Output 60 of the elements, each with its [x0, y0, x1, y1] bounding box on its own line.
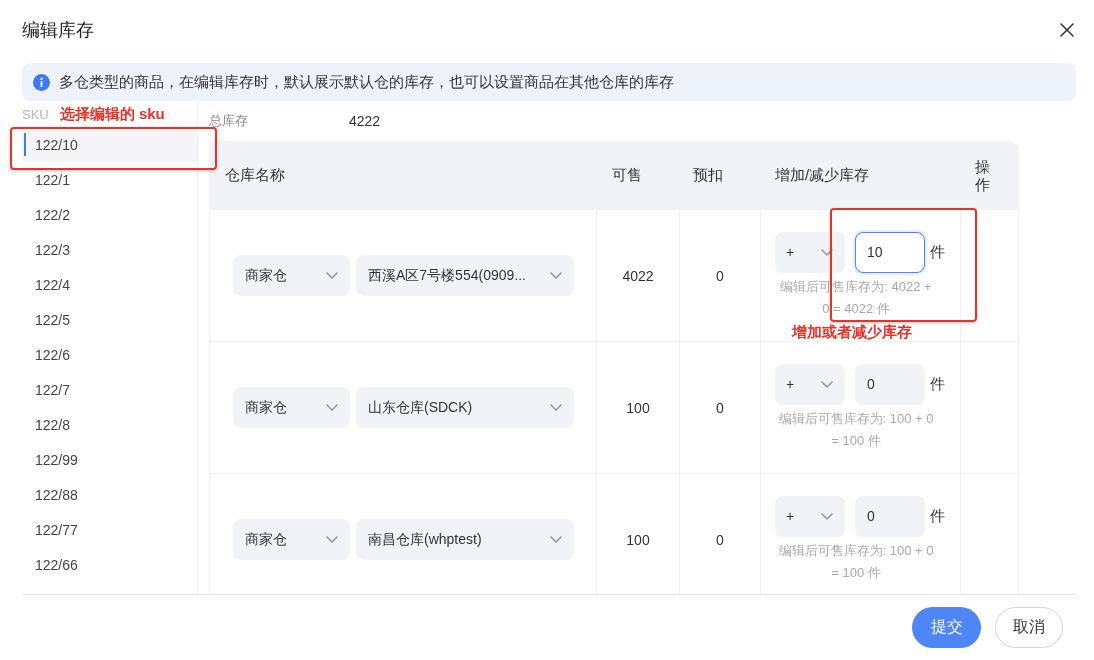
column-header: 可售	[612, 166, 642, 183]
quantity-input[interactable]: 10	[855, 231, 925, 273]
warehouse-type-select[interactable]: 商家仓	[233, 255, 350, 296]
close-icon[interactable]	[1060, 23, 1074, 37]
sku-item[interactable]: 122/4	[22, 267, 197, 302]
sku-item[interactable]: 122/99	[22, 442, 197, 477]
warehouse-select[interactable]: 山东仓库(SDCK)	[356, 387, 574, 428]
sku-item[interactable]: 122/6	[22, 337, 197, 372]
stock-result-text: 编辑后可售库存为: 100 + 0 = 100 件	[777, 541, 935, 582]
sku-item[interactable]: 122/77	[22, 512, 197, 547]
reserved-quantity: 0	[716, 531, 724, 548]
warehouse-select[interactable]: 西溪A区7号楼554(0909...	[356, 255, 574, 296]
reserved-quantity: 0	[716, 399, 724, 416]
unit-label: 件	[930, 242, 945, 262]
sku-item[interactable]: 122/1	[22, 162, 197, 197]
stock-result-text: 编辑后可售库存为: 100 + 0 = 100 件	[777, 409, 935, 450]
cancel-button[interactable]: 取消	[995, 607, 1063, 648]
available-quantity: 100	[626, 531, 650, 548]
sku-item[interactable]: 122/2	[22, 197, 197, 232]
sku-item[interactable]: 122/8	[22, 407, 197, 442]
column-header: 预扣	[693, 166, 723, 183]
chevron-down-icon	[550, 404, 562, 411]
info-icon	[33, 73, 50, 91]
operator-select[interactable]: +	[775, 231, 845, 273]
annotation-label: 增加或者减少库存	[792, 322, 912, 342]
sku-item[interactable]: 122/88	[22, 477, 197, 512]
warehouse-select[interactable]: 南昌仓库(whptest)	[356, 519, 574, 560]
chevron-down-icon	[550, 536, 562, 543]
chevron-down-icon	[821, 512, 833, 520]
sku-item[interactable]: 122/10	[22, 127, 197, 162]
operator-select[interactable]: +	[775, 495, 845, 537]
column-header: 仓库名称	[225, 166, 285, 183]
sku-item[interactable]: 122/5	[22, 302, 197, 337]
reserved-quantity: 0	[716, 267, 724, 284]
quantity-input[interactable]: 0	[855, 363, 925, 405]
sku-item[interactable]: 122/3	[22, 232, 197, 267]
chevron-down-icon	[326, 404, 338, 411]
chevron-down-icon	[821, 248, 833, 256]
total-stock-label: 总库存	[209, 112, 249, 130]
available-quantity: 100	[626, 399, 650, 416]
chevron-down-icon	[550, 272, 562, 279]
column-header: 操作	[975, 158, 991, 193]
chevron-down-icon	[326, 536, 338, 543]
chevron-down-icon	[326, 272, 338, 279]
unit-label: 件	[930, 374, 945, 394]
quantity-input[interactable]: 0	[855, 495, 925, 537]
annotation-label: 选择编辑的 sku	[59, 104, 165, 124]
sku-item[interactable]: 122/66	[22, 547, 197, 582]
column-header: 增加/减少库存	[775, 166, 870, 183]
sku-item[interactable]: 122/7	[22, 372, 197, 407]
unit-label: 件	[930, 506, 945, 526]
total-stock-value: 4222	[349, 113, 381, 129]
info-text: 多仓类型的商品，在编辑库存时，默认展示默认仓的库存，也可以设置商品在其他仓库的库存	[59, 72, 674, 92]
dialog-title: 编辑库存	[22, 19, 94, 42]
chevron-down-icon	[821, 380, 833, 388]
available-quantity: 4022	[622, 267, 654, 284]
warehouse-type-select[interactable]: 商家仓	[233, 387, 350, 428]
operator-select[interactable]: +	[775, 363, 845, 405]
sku-column-label: SKU	[22, 106, 49, 122]
warehouse-type-select[interactable]: 商家仓	[233, 519, 350, 560]
